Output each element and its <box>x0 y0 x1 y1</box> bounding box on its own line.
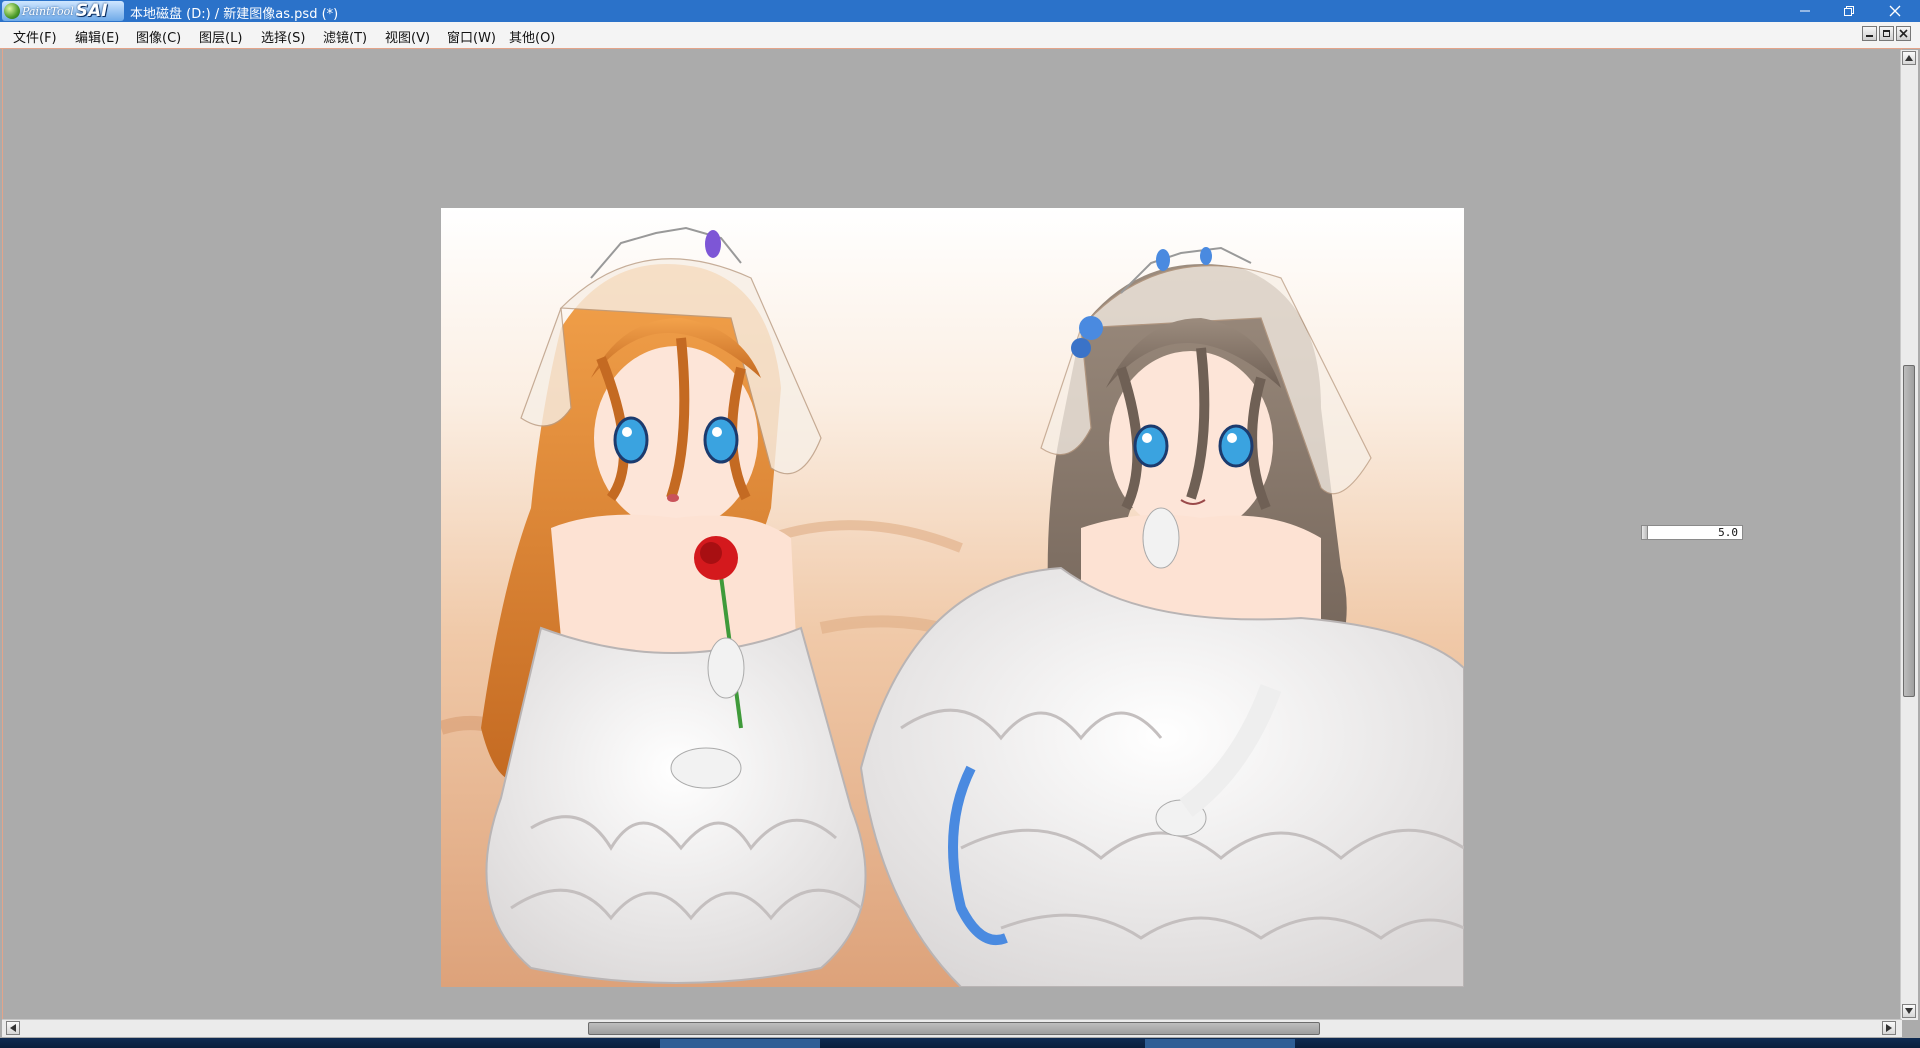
menu-view[interactable]: 视图(V) <box>385 27 430 46</box>
zoom-slider-handle[interactable] <box>1642 526 1648 539</box>
menu-file[interactable]: 文件(F) <box>13 27 57 46</box>
window-close-button[interactable] <box>1872 0 1918 22</box>
window-title: 本地磁盘 (D:) / 新建图像as.psd (*) <box>130 7 339 22</box>
window-restore-button[interactable] <box>1826 0 1872 22</box>
scroll-up-button[interactable] <box>1902 51 1916 65</box>
arrow-right-icon <box>1886 1024 1892 1032</box>
minimize-icon <box>1800 10 1810 12</box>
restore-icon <box>1844 6 1854 16</box>
vertical-scrollbar[interactable] <box>1900 50 1918 1020</box>
restore-icon <box>1883 30 1890 37</box>
arrow-down-icon <box>1905 1008 1913 1014</box>
menu-image[interactable]: 图像(C) <box>136 27 181 46</box>
scroll-left-button[interactable] <box>6 1021 20 1035</box>
drawing-canvas[interactable] <box>441 208 1464 987</box>
menu-layer[interactable]: 图层(L) <box>199 27 242 46</box>
zoom-input[interactable]: 5.0 <box>1641 525 1743 540</box>
taskbar-item[interactable] <box>1145 1039 1295 1048</box>
arrow-up-icon <box>1905 55 1913 61</box>
menu-other[interactable]: 其他(O) <box>509 27 555 46</box>
menu-select[interactable]: 选择(S) <box>261 27 305 46</box>
arrow-left-icon <box>10 1024 16 1032</box>
app-logo-small-text: PaintTool <box>22 4 74 18</box>
app-logo-big-text: SAI <box>75 1 108 21</box>
menu-bar: 文件(F) 编辑(E) 图像(C) 图层(L) 选择(S) 滤镜(T) 视图(V… <box>0 22 1920 49</box>
app-logo: PaintTool SAI <box>2 1 124 21</box>
taskbar-item[interactable] <box>660 1039 820 1048</box>
menu-filter[interactable]: 滤镜(T) <box>323 27 367 46</box>
menu-edit[interactable]: 编辑(E) <box>75 27 119 46</box>
scroll-right-button[interactable] <box>1882 1021 1896 1035</box>
document-close-button[interactable] <box>1896 26 1911 41</box>
title-bar: PaintTool SAI 本地磁盘 (D:) / 新建图像as.psd (*) <box>0 0 1920 22</box>
close-icon <box>1889 5 1901 17</box>
document-restore-button[interactable] <box>1879 26 1894 41</box>
os-taskbar <box>0 1038 1920 1048</box>
window-minimize-button[interactable] <box>1782 0 1828 22</box>
document-minimize-button[interactable] <box>1862 26 1877 41</box>
zoom-value: 5.0 <box>1718 526 1738 539</box>
artwork-image <box>441 208 1464 987</box>
horizontal-scrollbar[interactable] <box>2 1019 1902 1037</box>
scroll-down-button[interactable] <box>1902 1004 1916 1018</box>
app-logo-icon <box>4 3 20 19</box>
vertical-scroll-thumb[interactable] <box>1903 365 1915 697</box>
horizontal-scroll-thumb[interactable] <box>588 1022 1320 1035</box>
workspace[interactable]: 5.0 <box>2 49 1902 1021</box>
menu-window[interactable]: 窗口(W) <box>447 27 496 46</box>
minimize-icon <box>1866 35 1873 37</box>
close-icon <box>1899 29 1908 38</box>
